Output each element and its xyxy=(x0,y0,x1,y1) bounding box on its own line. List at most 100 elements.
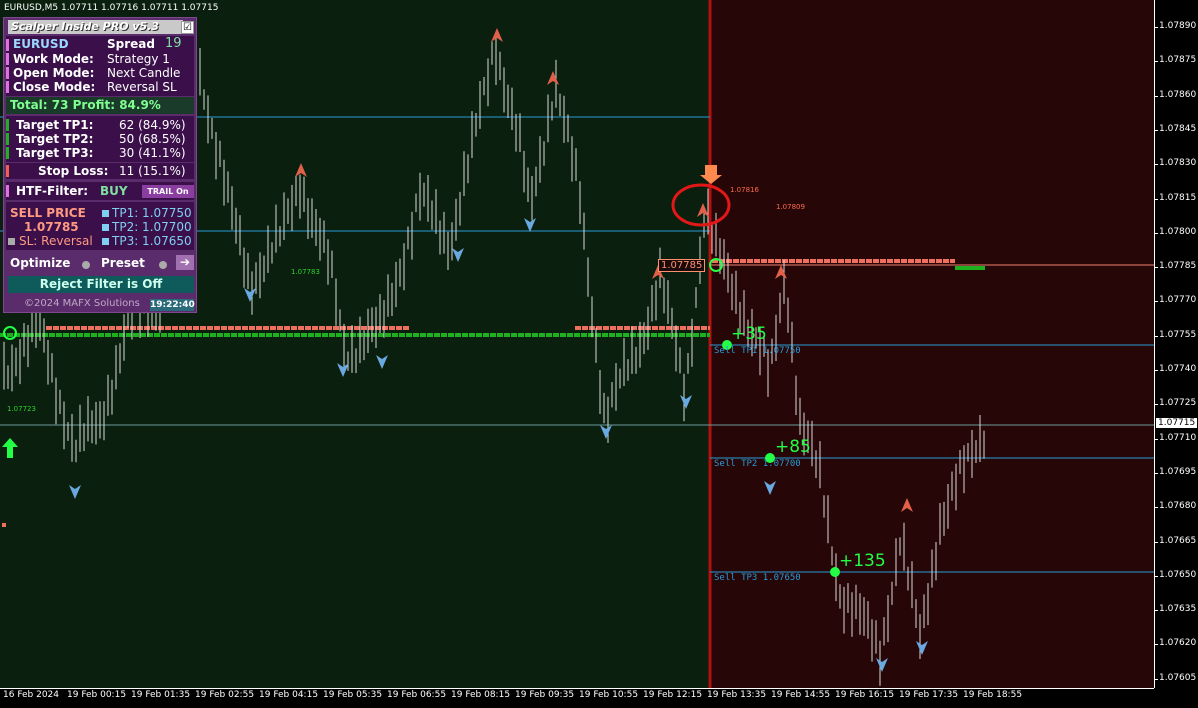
time-tick: 19 Feb 09:35 xyxy=(515,690,575,700)
price-tick: 1.07875 xyxy=(1153,55,1197,66)
row-marker xyxy=(6,185,9,197)
time-tick: 19 Feb 04:15 xyxy=(259,690,319,700)
open-mode-value: Next Candle xyxy=(107,66,181,80)
time-tick: 19 Feb 16:15 xyxy=(835,690,895,700)
target-tp2-value: 50 (68.5%) xyxy=(119,132,186,146)
time-tick: 19 Feb 12:15 xyxy=(643,690,703,700)
spread-label: Spread xyxy=(107,37,155,51)
profit-label-tp3: +135 xyxy=(839,551,886,571)
work-mode-value: Strategy 1 xyxy=(107,52,170,66)
entry-price-label: 1.07785 xyxy=(658,259,706,272)
current-price-tag: 1.07715 xyxy=(1156,418,1198,428)
close-mode-label: Close Mode: xyxy=(13,80,96,94)
row-marker xyxy=(6,133,9,145)
time-tick: 19 Feb 02:55 xyxy=(195,690,255,700)
price-tick: 1.07890 xyxy=(1153,21,1197,31)
price-tick: 1.07785 xyxy=(1153,261,1197,272)
time-tick: 19 Feb 08:15 xyxy=(451,690,511,700)
preset-indicator-icon xyxy=(159,261,167,269)
price-axis[interactable]: 1.07890 1.07875 1.07860 1.07845 1.07830 1.078… xyxy=(1153,0,1198,688)
time-tick: 19 Feb 06:55 xyxy=(387,690,447,700)
htf-filter-value: BUY xyxy=(100,184,128,198)
time-tick: 19 Feb 00:15 xyxy=(67,690,127,700)
time-tick: 16 Feb 2024 xyxy=(3,690,60,700)
optimize-button[interactable]: Optimize xyxy=(10,256,70,270)
price-tick: 1.07665 xyxy=(1153,535,1197,546)
price-tick: 1.07725 xyxy=(1153,398,1197,409)
price-tick: 1.07680 xyxy=(1153,501,1197,512)
price-tick: 1.07800 xyxy=(1153,226,1197,237)
indicator-panel: Scalper Inside PRO v5.3 ☑ EURUSD Spread … xyxy=(3,17,197,313)
tp2-line-label: Sell TP2 1.07700 xyxy=(714,459,801,469)
row-marker xyxy=(6,81,9,93)
price-tick: 1.07620 xyxy=(1153,638,1197,649)
price-tick: 1.07740 xyxy=(1153,364,1197,374)
sl-text: SL: Reversal xyxy=(19,234,93,248)
row-marker xyxy=(6,67,9,79)
close-mode-value: Reversal SL xyxy=(107,80,177,94)
price-tick: 1.07830 xyxy=(1153,158,1197,169)
row-marker xyxy=(6,119,9,131)
signal-price-label: 1.07809 xyxy=(776,203,805,211)
panel-title: Scalper Inside PRO v5.3 xyxy=(8,20,183,34)
preset-button[interactable]: Preset xyxy=(101,256,145,270)
target-tp2-label: Target TP2: xyxy=(16,132,94,146)
price-tick: 1.07605 xyxy=(1153,672,1197,683)
tp1-line-label: Sell TP1 1.07750 xyxy=(714,346,801,356)
tp-square-icon xyxy=(102,224,109,231)
target-tp3-label: Target TP3: xyxy=(16,146,94,160)
chart-title: EURUSD,M5 1.07711 1.07716 1.07711 1.0771… xyxy=(4,3,219,13)
clock: 19:22:40 xyxy=(150,299,195,311)
time-tick: 19 Feb 17:35 xyxy=(899,690,959,700)
time-tick: 19 Feb 14:55 xyxy=(771,690,831,700)
price-tick: 1.07650 xyxy=(1153,569,1197,580)
time-tick: 19 Feb 13:35 xyxy=(707,690,767,700)
tp3-price: TP3: 1.07650 xyxy=(112,234,192,248)
price-tick: 1.07860 xyxy=(1153,89,1197,100)
trail-toggle-button[interactable]: TRAIL On xyxy=(142,185,194,198)
total-profit: Total: 73 Profit: 84.9% xyxy=(10,98,161,112)
row-marker xyxy=(6,39,9,51)
price-tick: 1.07755 xyxy=(1153,329,1197,340)
target-tp1-label: Target TP1: xyxy=(16,118,94,132)
chart-area[interactable]: EURUSD,M5 1.07711 1.07716 1.07711 1.0771… xyxy=(0,0,1154,688)
target-tp1-value: 62 (84.9%) xyxy=(119,118,186,132)
time-axis[interactable]: 16 Feb 2024 19 Feb 00:15 19 Feb 01:35 19 Fe… xyxy=(0,688,1154,708)
row-marker xyxy=(6,147,9,159)
tp-square-icon xyxy=(102,210,109,217)
price-tick: 1.07770 xyxy=(1153,295,1197,306)
target-tp3-value: 30 (41.1%) xyxy=(119,146,186,160)
price-tick: 1.07845 xyxy=(1153,123,1197,134)
time-tick: 19 Feb 05:35 xyxy=(323,690,383,700)
price-tick: 1.07635 xyxy=(1153,604,1197,615)
symbol-name: EURUSD xyxy=(13,37,69,51)
time-tick: 19 Feb 10:55 xyxy=(579,690,639,700)
stop-loss-label: Stop Loss: xyxy=(38,164,109,178)
tp1-price: TP1: 1.07750 xyxy=(112,206,192,220)
left-marker xyxy=(2,523,6,527)
tp-square-icon xyxy=(102,238,109,245)
panel-checkbox[interactable]: ☑ xyxy=(181,21,194,34)
profit-label-tp1: +35 xyxy=(731,324,767,344)
work-mode-label: Work Mode: xyxy=(13,52,94,66)
row-marker xyxy=(6,53,9,65)
tp3-line-label: Sell TP3 1.07650 xyxy=(714,573,801,583)
copyright-text: ©2024 MAFX Solutions xyxy=(24,298,140,309)
sell-price-value: 1.07785 xyxy=(24,220,79,234)
sell-price-label: SELL PRICE xyxy=(10,206,86,220)
tp2-price: TP2: 1.07700 xyxy=(112,220,192,234)
price-tick: 1.07695 xyxy=(1153,466,1197,477)
time-tick: 19 Feb 01:35 xyxy=(131,690,191,700)
row-marker xyxy=(6,165,9,177)
price-tick: 1.07710 xyxy=(1153,432,1197,443)
arrow-right-icon[interactable]: ➔ xyxy=(176,255,194,270)
price-tick: 1.07815 xyxy=(1153,192,1197,203)
green-price-label: 1.07783 xyxy=(291,268,320,276)
sl-square-icon xyxy=(8,238,15,245)
reject-filter-button[interactable]: Reject Filter is Off xyxy=(8,276,194,293)
open-mode-label: Open Mode: xyxy=(13,66,95,80)
green-price-label: 1.07723 xyxy=(7,405,36,413)
stop-loss-value: 11 (15.1%) xyxy=(119,164,186,178)
time-tick: 19 Feb 18:55 xyxy=(963,690,1023,700)
spread-value: 19 xyxy=(165,36,182,51)
